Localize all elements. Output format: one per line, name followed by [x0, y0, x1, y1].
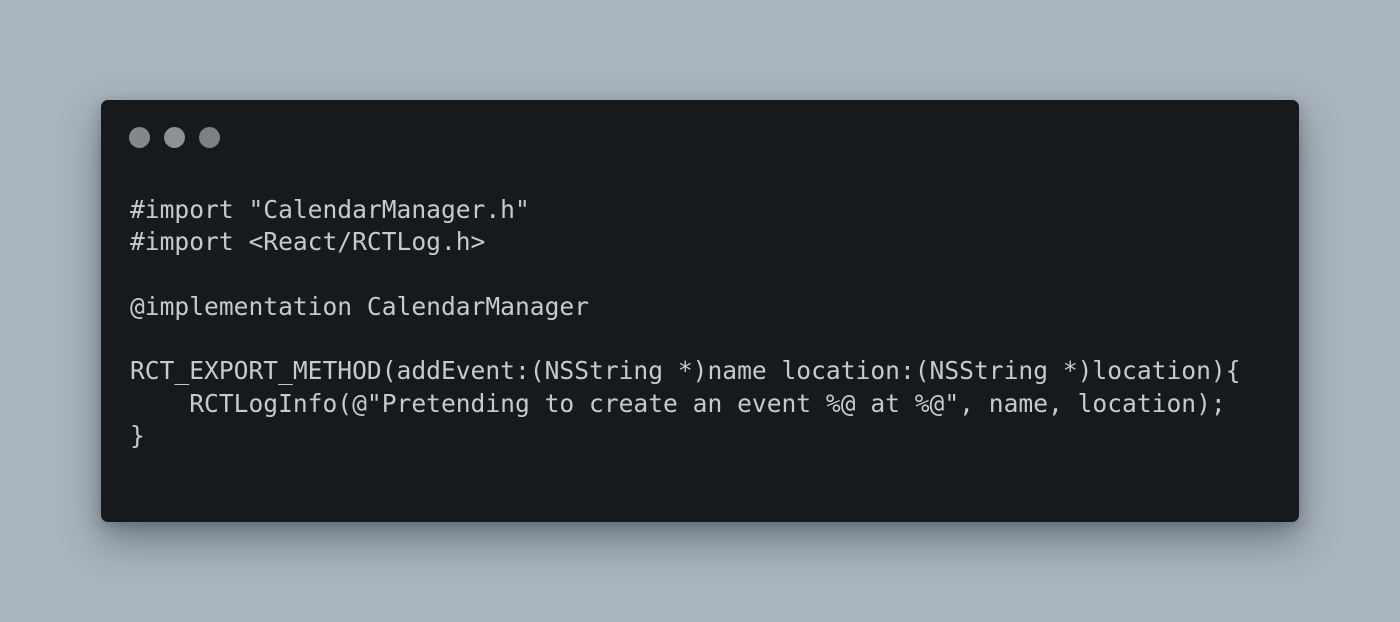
window-controls [129, 127, 220, 148]
code-line: } [130, 421, 145, 451]
code-line: RCT_EXPORT_METHOD(addEvent:(NSString *)n… [130, 356, 1241, 386]
code-window: #import "CalendarManager.h" #import <Reac… [101, 100, 1299, 522]
code-line: #import <React/RCTLog.h> [130, 227, 486, 257]
close-dot-icon[interactable] [129, 127, 150, 148]
code-block: #import "CalendarManager.h" #import <Reac… [130, 194, 1241, 452]
minimize-dot-icon[interactable] [164, 127, 185, 148]
code-line: #import "CalendarManager.h" [130, 195, 530, 224]
code-line: @implementation CalendarManager [130, 291, 590, 321]
code-line: RCTLogInfo(@"Pretending to create an eve… [130, 388, 1226, 418]
maximize-dot-icon[interactable] [199, 127, 220, 148]
